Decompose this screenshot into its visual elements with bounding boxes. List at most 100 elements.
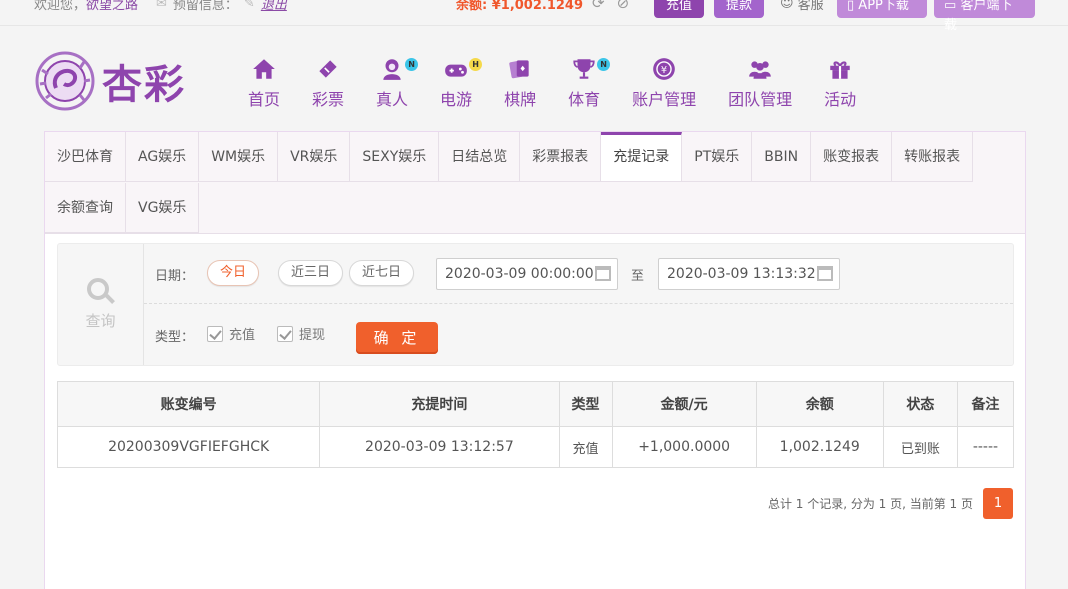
deposit-button[interactable]: 充值	[654, 0, 705, 18]
cell-time: 2020-03-09 13:12:57	[319, 426, 560, 468]
range-7days-button[interactable]: 近七日	[349, 260, 415, 286]
cell-transaction-id: 20200309VGFIEFGHCK	[56, 426, 321, 468]
mail-icon[interactable]: ✉	[156, 0, 167, 11]
nav-lottery[interactable]: 彩票	[296, 56, 360, 110]
nav-promotions[interactable]: 活动	[808, 56, 872, 110]
calendar-icon[interactable]	[817, 266, 833, 281]
tab-wm[interactable]: WM娱乐	[199, 132, 279, 182]
page-button-current[interactable]: 1	[983, 488, 1013, 519]
hot-badge: H	[469, 58, 483, 71]
hide-balance-icon[interactable]: ⊘	[617, 0, 630, 12]
records-table: 账变编号 充提时间 类型 金额/元 余额 状态 备注 20200309VGFIE…	[56, 381, 1015, 468]
balance: 余额: ¥1,002.1249	[456, 0, 583, 13]
col-type: 类型	[558, 381, 613, 427]
tab-sexy[interactable]: SEXY娱乐	[350, 132, 440, 182]
nav-slots[interactable]: H 电游	[424, 56, 488, 110]
range-today-button[interactable]: 今日	[207, 260, 260, 286]
table-row: 20200309VGFIEFGHCK 2020-03-09 13:12:57 充…	[56, 426, 1015, 468]
date-label: 日期：	[155, 269, 195, 284]
nav-label: 真人	[376, 90, 409, 109]
logout-link[interactable]: 退出	[261, 0, 287, 13]
tab-vg[interactable]: VG娱乐	[126, 182, 200, 233]
nav-label: 首页	[248, 90, 281, 109]
nav-account[interactable]: ¥ 账户管理	[616, 56, 712, 110]
pagination-summary: 总计 1 个记录, 分为 1 页, 当前第 1 页	[767, 497, 973, 511]
logo-mark-icon	[35, 51, 95, 111]
start-date-input[interactable]: 2020-03-09 00:00:00	[436, 258, 618, 290]
checkbox-checked-icon	[277, 325, 293, 342]
gamepad-icon	[445, 64, 467, 77]
nav-label: 棋牌	[504, 90, 537, 109]
nav-label: 账户管理	[632, 90, 697, 109]
top-bar: 欢迎您，欲望之路 ✉ 预留信息： ✎ 退出 余额: ¥1,002.1249 ⟳ …	[0, 0, 1068, 33]
username[interactable]: 欲望之路	[86, 0, 138, 13]
monitor-icon: ▭	[944, 0, 957, 13]
type-deposit-checkbox[interactable]: 充值	[207, 324, 255, 343]
nav-live-casino[interactable]: N 真人	[360, 56, 424, 110]
end-date-input[interactable]: 2020-03-09 13:13:32	[658, 258, 840, 290]
site-logo[interactable]: 杏彩	[34, 50, 186, 112]
phone-icon: ▯	[847, 0, 855, 13]
cell-status: 已到账	[882, 426, 958, 468]
col-status: 状态	[882, 381, 958, 427]
balance-tools: ⟳ ⊘	[592, 0, 629, 12]
app-download-label: APP下载	[858, 0, 909, 13]
calendar-icon[interactable]	[595, 266, 611, 281]
new-badge: N	[597, 58, 611, 71]
nav-sports[interactable]: N 体育	[552, 56, 616, 110]
col-remark: 备注	[956, 381, 1015, 427]
col-time: 充提时间	[319, 381, 560, 427]
app-download-button[interactable]: ▯ APP下载	[837, 0, 927, 18]
new-badge: N	[405, 58, 419, 71]
tab-daily-summary[interactable]: 日结总览	[439, 132, 521, 182]
reserved-message: ✉ 预留信息： ✎ 退出	[156, 0, 287, 13]
type-label: 类型：	[155, 330, 195, 345]
home-icon	[253, 59, 275, 79]
col-balance: 余额	[755, 381, 884, 427]
refresh-icon[interactable]: ⟳	[592, 0, 605, 12]
search-icon	[86, 278, 115, 306]
tab-transfer-report[interactable]: 转账报表	[892, 132, 974, 182]
team-icon	[749, 61, 771, 79]
logo-text: 杏彩	[102, 61, 186, 108]
tab-balance-query[interactable]: 余额查询	[45, 182, 126, 233]
tab-lottery-report[interactable]: 彩票报表	[520, 132, 602, 182]
ticket-icon	[319, 60, 337, 78]
dealer-icon	[383, 59, 401, 80]
confirm-button[interactable]: 确 定	[356, 322, 438, 354]
cell-type: 充值	[558, 426, 613, 468]
customer-service-link[interactable]: ☺ 客服	[780, 0, 824, 13]
tab-shaba-sports[interactable]: 沙巴体育	[45, 132, 126, 182]
tab-deposit-withdraw-records[interactable]: 充提记录	[601, 132, 683, 182]
type-withdraw-label: 提现	[299, 328, 326, 343]
balance-label: 余额:	[456, 0, 492, 13]
type-withdraw-checkbox[interactable]: 提现	[277, 324, 325, 343]
withdraw-button[interactable]: 提款	[714, 0, 765, 18]
welcome-label: 欢迎您，	[34, 0, 87, 13]
tab-balance-change-report[interactable]: 账变报表	[811, 132, 893, 182]
cell-amount: +1,000.0000	[611, 426, 757, 468]
tab-vr[interactable]: VR娱乐	[278, 132, 351, 182]
query-header: 查询	[58, 244, 144, 365]
range-3days-button[interactable]: 近三日	[278, 260, 344, 286]
client-download-button[interactable]: ▭ 客户端下载	[934, 0, 1035, 33]
tab-ag[interactable]: AG娱乐	[126, 132, 200, 182]
headset-icon: ☺	[780, 0, 794, 11]
edit-icon[interactable]: ✎	[244, 0, 255, 11]
svg-text:¥: ¥	[661, 65, 667, 76]
table-header-row: 账变编号 充提时间 类型 金额/元 余额 状态 备注	[56, 381, 1015, 427]
end-date-value: 2020-03-09 13:13:32	[667, 266, 816, 282]
query-box: 查询 日期： 今日 近三日 近七日 2020-03-09 00:00:00 至 …	[57, 243, 1014, 366]
main-nav: 首页 彩票 N 真人 H 电游 棋牌 N 体育 ¥ 账户管理 团队管理 活动	[232, 56, 872, 110]
nav-label: 团队管理	[728, 90, 793, 109]
account-icon: ¥	[653, 58, 675, 80]
tab-bbin[interactable]: BBIN	[752, 132, 812, 182]
welcome-text: 欢迎您，欲望之路	[34, 0, 138, 13]
nav-team[interactable]: 团队管理	[712, 56, 808, 110]
tab-pt[interactable]: PT娱乐	[682, 132, 753, 182]
nav-home[interactable]: 首页	[232, 56, 296, 110]
nav-label: 电游	[440, 90, 473, 109]
checkbox-checked-icon	[207, 325, 223, 342]
nav-card-games[interactable]: 棋牌	[488, 56, 552, 110]
nav-label: 彩票	[312, 90, 345, 109]
